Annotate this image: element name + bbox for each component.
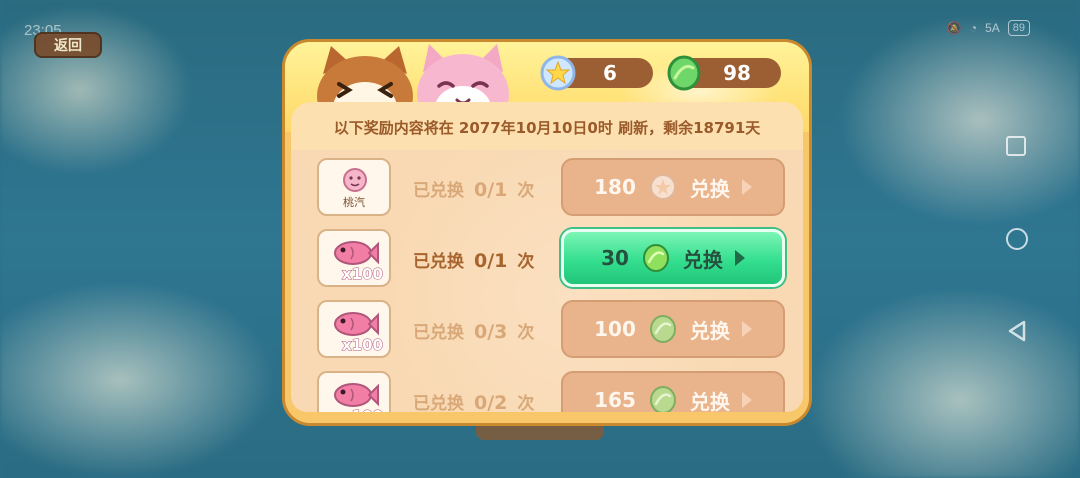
recent-apps-icon[interactable] [1006,136,1026,156]
exchange-count: 0/2 [474,392,508,412]
exchange-button[interactable]: 165 兑换 [561,371,785,412]
star-gem-count: 6 [603,61,617,85]
home-icon[interactable] [1006,228,1028,250]
signal-icon: 5A [985,21,1000,35]
play-arrow-icon [741,179,752,195]
item-quantity: x100 [342,265,384,284]
item-slot[interactable]: 桃汽 [317,158,391,216]
price: 100 [594,317,636,341]
exchange-button[interactable]: 100 兑换 [561,300,785,358]
times-unit: 次 [517,394,535,412]
exchange-button[interactable]: 180 兑换 [561,158,785,216]
mute-icon: 🔕 [946,21,962,35]
price: 165 [594,388,636,412]
item-quantity: x100 [342,336,384,355]
exchange-label: 兑换 [689,176,730,201]
exchange-status: 已兑换 0/2 次 [413,389,534,412]
times-unit: 次 [517,323,535,343]
item-slot[interactable]: x100 [317,300,391,358]
wifi-icon: ◔ [969,21,978,35]
leaf-gem-icon [642,244,669,272]
price: 30 [601,246,629,270]
times-unit: 次 [517,252,535,272]
reward-list[interactable]: 桃汽 已兑换 0/1 次 180 兑换 x100 已兑换 0/1 次 30 兑换… [291,150,803,412]
exchange-count: 0/3 [474,321,508,343]
play-arrow-icon [741,321,752,337]
leaf-gem-icon [649,315,676,343]
exchange-label: 兑换 [689,389,730,413]
status-icons: 🔕 ◔ 5A 89 [947,20,1030,36]
play-arrow-icon [741,392,752,408]
exchange-label: 兑换 [689,318,730,343]
item-slot[interactable]: x100 [317,371,391,412]
leaf-gem-count: 98 [723,61,751,85]
exchanged-label: 已兑换 [413,181,464,201]
status-bar: 23:05 🔕 ◔ 5A 89 [0,0,1080,40]
leaf-gem-icon [649,386,676,412]
star-gem-icon [540,55,576,91]
item-name: 桃汽 [343,196,365,209]
battery-icon: 89 [1007,20,1030,36]
play-arrow-icon [734,250,745,266]
times-unit: 次 [517,181,535,201]
list-item: x100 已兑换 0/3 次 100 兑换 [291,296,803,360]
exchanged-label: 已兑换 [413,323,464,343]
exchange-button[interactable]: 30 兑换 [561,229,785,287]
list-item: 桃汽 已兑换 0/1 次 180 兑换 [291,154,803,218]
package-icon [343,168,367,192]
exchange-status: 已兑换 0/3 次 [413,318,534,343]
list-item: x100 已兑换 0/2 次 165 兑换 [291,367,803,412]
exchange-status: 已兑换 0/1 次 [413,247,534,272]
refresh-notice: 以下奖励内容将在 2077年10月10日0时 刷新，剩余18791天 [291,102,803,152]
exchange-label: 兑换 [682,247,723,272]
back-icon[interactable] [1006,320,1026,342]
exchanged-label: 已兑换 [413,394,464,412]
back-button[interactable]: 返回 [34,32,102,58]
exchanged-label: 已兑换 [413,252,464,272]
leaf-gem-icon [667,55,701,91]
list-item: x100 已兑换 0/1 次 30 兑换 [291,225,803,289]
item-slot[interactable]: x100 [317,229,391,287]
price: 180 [594,175,636,199]
exchange-status: 已兑换 0/1 次 [413,176,534,201]
exchange-count: 0/1 [474,179,508,201]
exchange-count: 0/1 [474,250,508,272]
item-quantity: x100 [342,407,384,413]
exchange-modal: 6 98 以下奖励内容将在 2077年10月10日0时 刷新，剩余18791天 … [282,39,812,426]
star-gem-icon [649,174,676,200]
